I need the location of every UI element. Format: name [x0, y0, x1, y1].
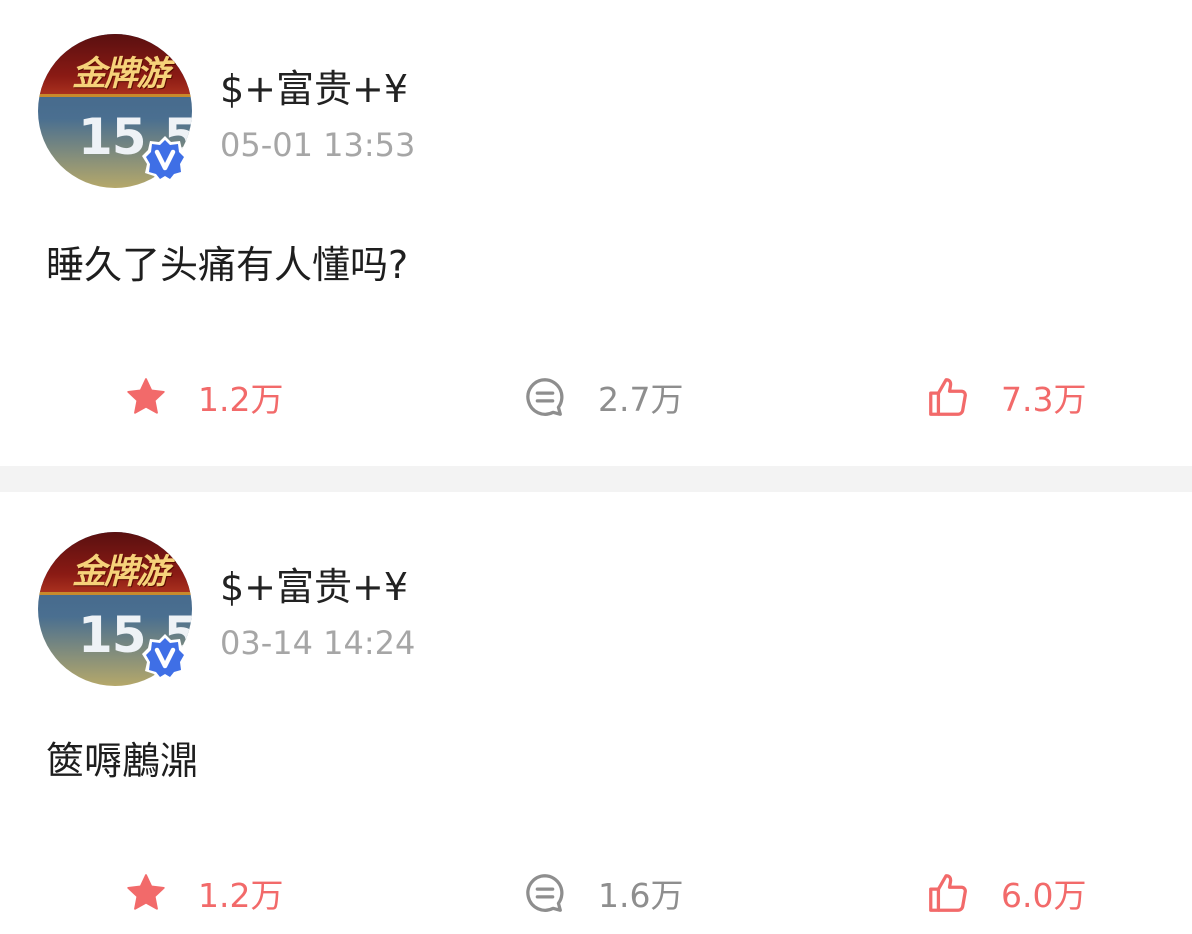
- favorite-button[interactable]: 1.2万: [124, 866, 283, 920]
- comment-icon: [526, 874, 564, 912]
- post-card: 金牌游 15.5 $+富贵+¥ 03-14 14:24 篋嗕鶶濎 1.2万 1.…: [0, 492, 1192, 934]
- star-icon: [127, 378, 165, 414]
- like-count: 6.0万: [1001, 876, 1087, 915]
- avatar-banner-text: 金牌游: [72, 54, 170, 94]
- comment-button[interactable]: 2.7万: [522, 370, 683, 424]
- thumbs-up-icon: [929, 378, 967, 416]
- username[interactable]: $+富贵+¥: [220, 58, 408, 113]
- comment-count: 2.7万: [598, 380, 684, 419]
- like-button[interactable]: 6.0万: [925, 866, 1086, 920]
- post-content[interactable]: 睡久了头痛有人懂吗?: [46, 234, 408, 289]
- comment-count: 1.6万: [598, 876, 684, 915]
- comment-button[interactable]: 1.6万: [522, 866, 683, 920]
- avatar-banner: 金牌游: [38, 532, 192, 595]
- verified-badge-icon: [140, 134, 190, 184]
- thumbs-up-icon: [929, 874, 967, 912]
- post-divider: [0, 466, 1192, 492]
- star-icon: [127, 874, 165, 910]
- username[interactable]: $+富贵+¥: [220, 556, 408, 611]
- post-content[interactable]: 篋嗕鶶濎: [46, 730, 198, 785]
- post-time: 03-14 14:24: [220, 624, 416, 662]
- comment-icon: [526, 378, 564, 416]
- like-button[interactable]: 7.3万: [925, 370, 1086, 424]
- favorite-count: 1.2万: [198, 876, 284, 915]
- verified-badge-icon: [140, 632, 190, 682]
- avatar-banner: 金牌游: [38, 34, 192, 97]
- post-time: 05-01 13:53: [220, 126, 416, 164]
- favorite-button[interactable]: 1.2万: [124, 370, 283, 424]
- favorite-count: 1.2万: [198, 380, 284, 419]
- like-count: 7.3万: [1001, 380, 1087, 419]
- avatar-banner-text: 金牌游: [72, 552, 170, 592]
- post-card: 金牌游 15.5 $+富贵+¥ 05-01 13:53 睡久了头痛有人懂吗? 1…: [0, 0, 1192, 466]
